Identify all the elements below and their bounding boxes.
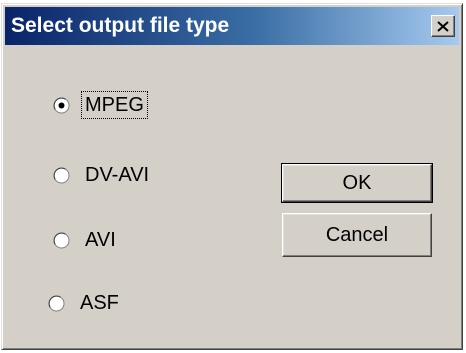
radio-selected-icon xyxy=(53,97,70,113)
radio-unselected-icon xyxy=(53,167,70,183)
radio-asf-label: ASF xyxy=(80,292,119,314)
radio-mpeg-label: MPEG xyxy=(81,91,148,119)
radio-mpeg[interactable]: MPEG xyxy=(53,91,148,119)
close-button[interactable] xyxy=(431,15,455,37)
radio-avi-label: AVI xyxy=(85,229,116,251)
radio-dv-avi-label: DV-AVI xyxy=(85,164,150,186)
title-bar: Select output file type xyxy=(5,7,459,45)
dialog-title: Select output file type xyxy=(11,14,230,37)
close-icon xyxy=(437,20,449,32)
ok-button[interactable]: OK xyxy=(281,163,433,203)
select-output-file-type-dialog: Select output file type MPEG DV-AVI AVI xyxy=(1,3,463,350)
radio-unselected-icon xyxy=(48,295,65,311)
cancel-button[interactable]: Cancel xyxy=(282,213,432,257)
radio-avi[interactable]: AVI xyxy=(53,227,119,253)
radio-asf[interactable]: ASF xyxy=(48,290,122,316)
radio-dv-avi[interactable]: DV-AVI xyxy=(53,162,152,188)
radio-unselected-icon xyxy=(53,232,70,248)
